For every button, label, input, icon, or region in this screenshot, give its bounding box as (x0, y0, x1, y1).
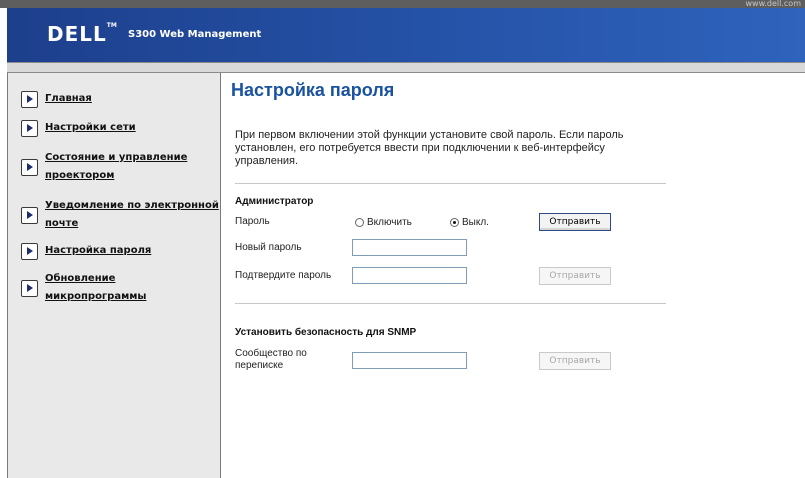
sidebar-item-label[interactable]: Настройки сети (45, 119, 136, 137)
sidebar: Главная Настройки сети Состояние и управ… (7, 73, 221, 478)
sidebar-item-label[interactable]: Обновление микропрограммы (45, 270, 220, 306)
site-url[interactable]: www.dell.com (745, 0, 801, 8)
sidebar-item-firmware-update[interactable]: Обновление микропрограммы (21, 270, 220, 306)
label-line-1[interactable]: Уведомление по электронной (45, 200, 219, 211)
label-line-2: переписке (235, 360, 284, 371)
divider (235, 183, 666, 184)
password-submit-button[interactable]: Отправить (539, 213, 611, 231)
sidebar-item-label[interactable]: Состояние и управление проектором (45, 149, 187, 185)
sidebar-item-home[interactable]: Главная (21, 90, 92, 108)
main-content: Настройка пароля При первом включении эт… (222, 73, 805, 478)
label-line-2[interactable]: проектором (45, 170, 114, 181)
arrow-right-icon[interactable] (21, 279, 38, 297)
confirm-password-input[interactable] (352, 267, 467, 284)
sidebar-item-password-settings[interactable]: Настройка пароля (21, 242, 151, 260)
divider (235, 303, 666, 304)
sidebar-item-label[interactable]: Главная (45, 90, 92, 108)
radio-label[interactable]: Включить (367, 217, 412, 228)
header-banner: DELLTM S300 Web Management (7, 8, 805, 62)
intro-text: При первом включении этой функции устано… (235, 129, 624, 167)
logo-tm: TM (106, 22, 117, 29)
sidebar-item-network-settings[interactable]: Настройки сети (21, 119, 136, 137)
radio-circle-selected[interactable] (450, 218, 459, 227)
header-divider-bar (7, 62, 805, 73)
sidebar-item-email-alert[interactable]: Уведомление по электронной почте (21, 197, 219, 233)
sidebar-item-label[interactable]: Настройка пароля (45, 242, 151, 260)
admin-section-title: Администратор (235, 196, 314, 207)
password-label: Пароль (235, 216, 270, 227)
arrow-right-icon[interactable] (21, 119, 38, 137)
label-line-1: Сообщество по (235, 348, 307, 359)
new-password-input[interactable] (352, 239, 467, 256)
password-enable-radio[interactable]: Включить (355, 217, 412, 228)
sidebar-item-projector-status[interactable]: Состояние и управление проектором (21, 149, 187, 185)
snmp-section-title: Установить безопасность для SNMP (235, 327, 417, 338)
community-label: Сообщество по переписке (235, 348, 307, 372)
snmp-submit-button[interactable]: Отправить (539, 352, 611, 370)
confirm-password-label: Подтвердите пароль (235, 270, 332, 281)
product-title: S300 Web Management (128, 29, 262, 40)
dell-logo: DELLTM (47, 22, 117, 46)
label-line-1[interactable]: Состояние и управление (45, 152, 187, 163)
sidebar-item-label[interactable]: Уведомление по электронной почте (45, 197, 219, 233)
arrow-right-icon[interactable] (21, 242, 38, 260)
confirm-submit-button[interactable]: Отправить (539, 267, 611, 285)
radio-label[interactable]: Выкл. (462, 217, 489, 228)
top-strip: www.dell.com (0, 0, 805, 8)
label-line-2[interactable]: почте (45, 218, 78, 229)
arrow-right-icon[interactable] (21, 158, 38, 176)
radio-circle[interactable] (355, 218, 364, 227)
snmp-community-input[interactable] (352, 352, 467, 369)
logo-text: DELL (47, 22, 107, 46)
password-off-radio[interactable]: Выкл. (450, 217, 489, 228)
page-title: Настройка пароля (231, 80, 395, 100)
arrow-right-icon[interactable] (21, 206, 38, 224)
new-password-label: Новый пароль (235, 242, 302, 253)
arrow-right-icon[interactable] (21, 90, 38, 108)
